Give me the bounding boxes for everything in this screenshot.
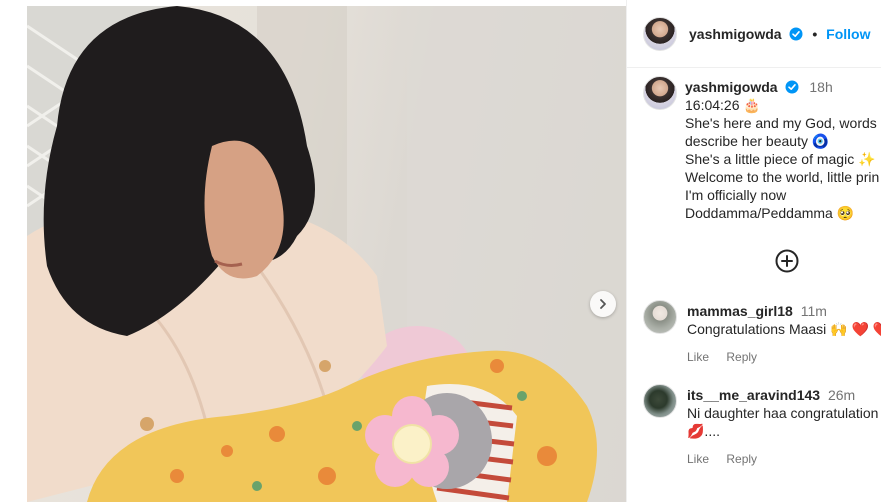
next-photo-button[interactable] [590, 291, 616, 317]
caption-time[interactable]: 18h [809, 79, 832, 95]
post-header: yashmigowda • Follow [627, 0, 881, 68]
commenter-username[interactable]: its__me_aravind143 [687, 387, 820, 403]
separator-dot: • [812, 25, 818, 42]
chevron-right-icon [600, 299, 606, 309]
comment-text-continued: 💋.... [687, 423, 720, 439]
commenter-username[interactable]: mammas_girl18 [687, 303, 793, 319]
caption-author-avatar[interactable] [643, 76, 677, 110]
comment-text: Ni daughter haa congratulation [687, 405, 879, 421]
verified-badge-icon [789, 27, 803, 40]
caption-username[interactable]: yashmigowda [685, 79, 778, 95]
author-avatar[interactable] [643, 16, 677, 51]
commenter-avatar[interactable] [643, 300, 677, 334]
commenter-avatar[interactable] [643, 384, 677, 418]
photo-illustration [27, 6, 626, 502]
comment-time[interactable]: 26m [828, 387, 855, 403]
post-photo[interactable] [27, 6, 626, 502]
like-comment-button[interactable]: Like [687, 452, 709, 466]
follow-button[interactable]: Follow [826, 26, 870, 42]
caption-line: She's here and my God, words c [685, 115, 881, 131]
load-more-comments-button[interactable] [774, 248, 800, 274]
verified-badge-icon [785, 80, 799, 94]
caption-line: 16:04:26 🎂 [685, 97, 761, 113]
caption-line: Welcome to the world, little prin [685, 169, 880, 185]
comment-text: Congratulations Maasi 🙌 ❤️ ❤️ [687, 321, 881, 337]
reply-comment-button[interactable]: Reply [726, 350, 757, 364]
like-comment-button[interactable]: Like [687, 350, 709, 364]
reply-comment-button[interactable]: Reply [726, 452, 757, 466]
author-username[interactable]: yashmigowda [689, 26, 782, 42]
caption-line: I'm officially now [685, 187, 787, 203]
post-side-panel: yashmigowda • Follow yashmigowda 18h 16:… [626, 0, 881, 502]
plus-circle-icon [775, 249, 799, 273]
caption-line: Doddamma/Peddamma 🥺 [685, 205, 855, 221]
caption-line: She's a little piece of magic ✨ [685, 151, 876, 167]
caption-line: describe her beauty 🧿 [685, 133, 830, 149]
comment-time[interactable]: 11m [801, 303, 827, 319]
